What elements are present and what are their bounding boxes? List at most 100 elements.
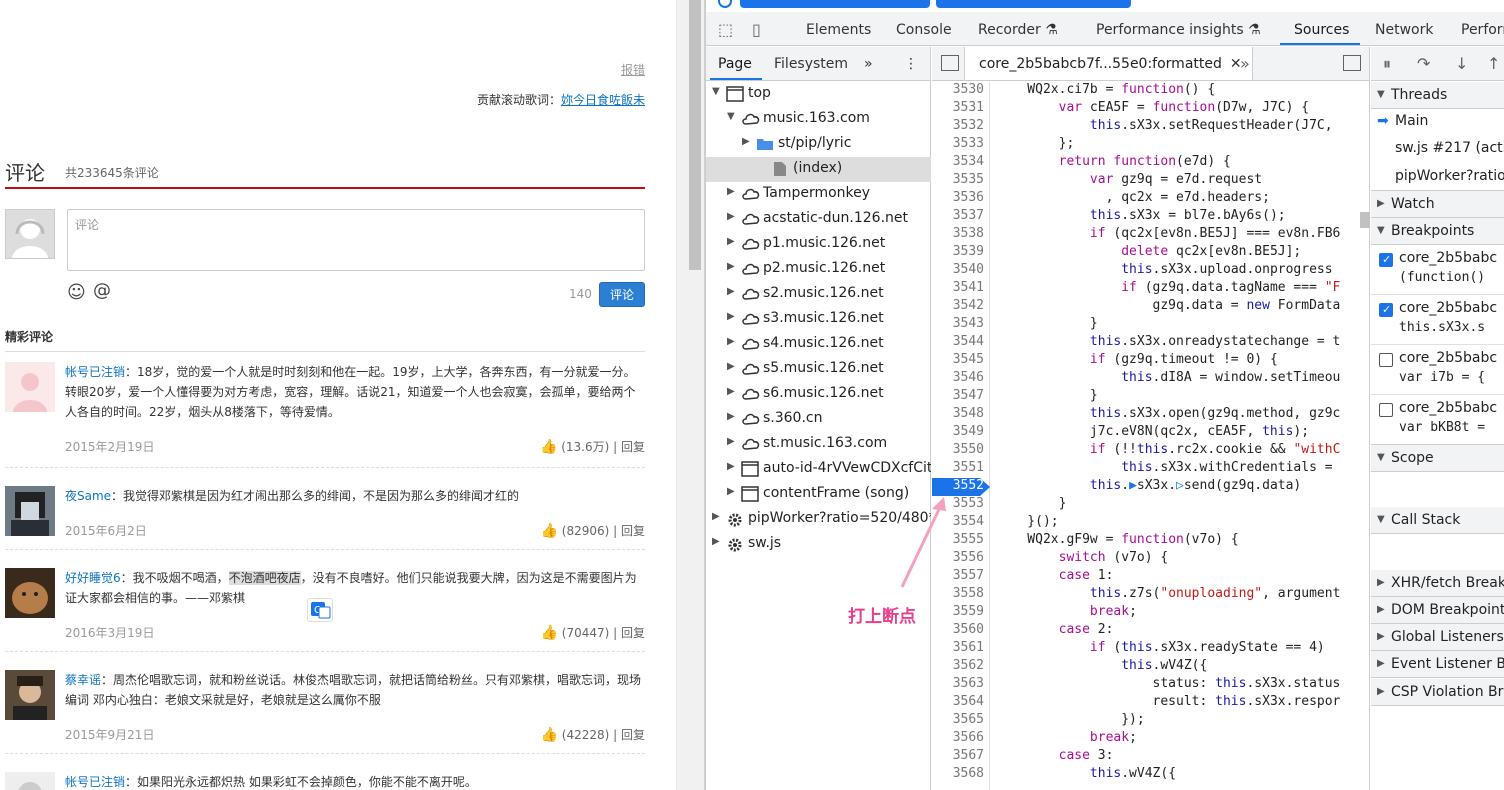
global-listeners-section[interactable]: ▶ Global Listeners [1371,624,1504,651]
line-number[interactable]: 3563 [953,676,984,691]
line-number[interactable]: 3562 [953,658,984,673]
comment-user[interactable]: 帐号已注销 [65,365,125,379]
breakpoint-item[interactable]: core_2b5babc (function() [1371,245,1504,295]
tree-item[interactable]: ▶ s5.music.126.net [706,357,931,382]
tab-sources[interactable]: Sources [1294,22,1349,38]
tree-item[interactable]: ▶ s.360.cn [706,407,931,432]
collapsed-arrow-icon[interactable]: ▶ [727,386,735,397]
collapsed-arrow-icon[interactable]: ▶ [727,211,735,222]
line-number[interactable]: 3566 [953,730,984,745]
reply-link[interactable]: 回复 [621,626,645,640]
line-number[interactable]: 3549 [953,424,984,439]
line-number[interactable]: 3531 [953,100,984,115]
more-tabs-icon[interactable]: » [864,56,873,72]
watch-section[interactable]: ▶ Watch [1371,191,1504,218]
breakpoint-item[interactable]: core_2b5babc var i7b = { [1371,345,1504,395]
thumbs-up-icon[interactable]: 👍 [541,727,558,743]
reply-link[interactable]: 回复 [621,524,645,538]
tab-performance[interactable]: Perform [1461,22,1504,38]
collapsed-arrow-icon[interactable]: ▶ [727,461,735,472]
mention-icon[interactable]: @ [93,280,111,301]
line-number[interactable]: 3547 [953,388,984,403]
breakpoint-checkbox[interactable] [1379,253,1393,267]
callstack-section[interactable]: ▼ Call Stack [1371,507,1504,534]
tab-page[interactable]: Page [718,56,752,72]
expanded-arrow-icon[interactable]: ▼ [727,111,735,122]
translate-icon[interactable]: G [307,598,333,622]
avatar[interactable] [5,486,55,536]
thread-main[interactable]: ➡ Main [1371,109,1504,135]
line-number[interactable]: 3545 [953,352,984,367]
threads-section[interactable]: ▼ Threads [1371,82,1504,109]
comment-user[interactable]: 夜Same [65,489,111,503]
step-into-icon[interactable]: ↓ [1455,54,1468,73]
reply-link[interactable]: 回复 [621,440,645,454]
more-tabs-icon[interactable]: » [1240,54,1250,73]
submit-comment-button[interactable]: 评论 [599,282,645,307]
line-number[interactable]: 3544 [953,334,984,349]
comment-user[interactable]: 蔡幸谣 [65,673,101,687]
line-number[interactable]: 3540 [953,262,984,277]
line-number[interactable]: 3565 [953,712,984,727]
collapsed-arrow-icon[interactable]: ▶ [727,336,735,347]
line-number[interactable]: 3535 [953,172,984,187]
comment-user[interactable]: 好好睡觉6 [65,571,121,585]
line-number[interactable]: 3559 [953,604,984,619]
file-tab[interactable]: core_2b5babcb7f...55e0:formatted ✕ [964,47,1253,80]
line-number[interactable]: 3558 [953,586,984,601]
collapsed-arrow-icon[interactable]: ▶ [727,311,735,322]
thumbs-up-icon[interactable]: 👍 [540,439,557,455]
line-gutter[interactable]: 3530 3531 3532 3533 3534 3535 3536 3537 3538 3539… [932,82,990,790]
event-listener-breakpoints-section[interactable]: ▶Event Listener Bre [1371,651,1504,678]
tree-item[interactable]: ▶ Tampermonkey [706,182,931,207]
collapsed-arrow-icon[interactable]: ▶ [727,286,735,297]
tree-item[interactable]: ▶ s6.music.126.net [706,382,931,407]
code-area[interactable]: 3530 3531 3532 3533 3534 3535 3536 3537 3538 3539… [932,82,1370,790]
line-number[interactable]: 3537 [953,208,984,223]
scrollbar-thumb[interactable] [689,0,701,270]
csp-violation-breakpoints-section[interactable]: ▶ CSP Violation Bre [1371,679,1504,706]
line-number[interactable]: 3568 [953,766,984,781]
breakpoint-item[interactable]: core_2b5babc var bKB8t = [1371,395,1504,445]
tree-item[interactable]: ▶ s3.music.126.net [706,307,931,332]
comment-input[interactable]: 评论 [67,209,645,271]
collapsed-arrow-icon[interactable]: ▶ [727,436,735,447]
collapsed-arrow-icon[interactable]: ▶ [727,411,735,422]
line-number[interactable]: 3548 [953,406,984,421]
thread-pipworker[interactable]: pipWorker?ratio= [1371,163,1504,191]
line-number[interactable]: 3550 [953,442,984,457]
line-number[interactable]: 3560 [953,622,984,637]
collapsed-arrow-icon[interactable]: ▶ [712,536,720,547]
tab-recorder[interactable]: Recorder ⚗ [978,22,1058,38]
line-number[interactable]: 3564 [953,694,984,709]
collapsed-arrow-icon[interactable]: ▶ [727,486,735,497]
tab-elements[interactable]: Elements [806,22,871,38]
avatar[interactable] [5,362,55,412]
pause-icon[interactable]: ⏸ [1383,54,1391,74]
tree-item[interactable]: ▶ s2.music.126.net [706,282,931,307]
tab-performance-insights[interactable]: Performance insights ⚗ [1096,22,1261,38]
line-number[interactable]: 3543 [953,316,984,331]
line-number[interactable]: 3554 [953,514,984,529]
toggle-navigator-icon[interactable] [941,55,959,71]
contributor-link[interactable]: 妳今日食咗飯未 [561,93,645,107]
tree-item[interactable]: ▶ st/pip/lyric [706,132,931,157]
tree-item[interactable]: ▶ auto-id-4rVVewCDXcfCit [706,457,931,482]
avatar[interactable] [5,772,55,790]
line-number[interactable]: 3561 [953,640,984,655]
line-number[interactable]: 3541 [953,280,984,295]
line-number[interactable]: 3567 [953,748,984,763]
breakpoint-checkbox[interactable] [1379,403,1393,417]
scope-section[interactable]: ▼ Scope [1371,445,1504,472]
top-button-1[interactable] [740,0,930,8]
tree-item[interactable]: ▼ music.163.com [706,107,931,132]
tree-item[interactable]: ▶ p1.music.126.net [706,232,931,257]
expanded-arrow-icon[interactable]: ▼ [712,86,720,97]
page-scrollbar[interactable] [676,0,705,790]
dom-breakpoints-section[interactable]: ▶ DOM Breakpoints [1371,597,1504,624]
line-number[interactable]: 3551 [953,460,984,475]
step-over-icon[interactable]: ↷ [1417,54,1430,73]
avatar[interactable] [5,670,55,720]
thumbs-up-icon[interactable]: 👍 [541,625,558,641]
xhr-breakpoints-section[interactable]: ▶ XHR/fetch Breakp [1371,570,1504,597]
